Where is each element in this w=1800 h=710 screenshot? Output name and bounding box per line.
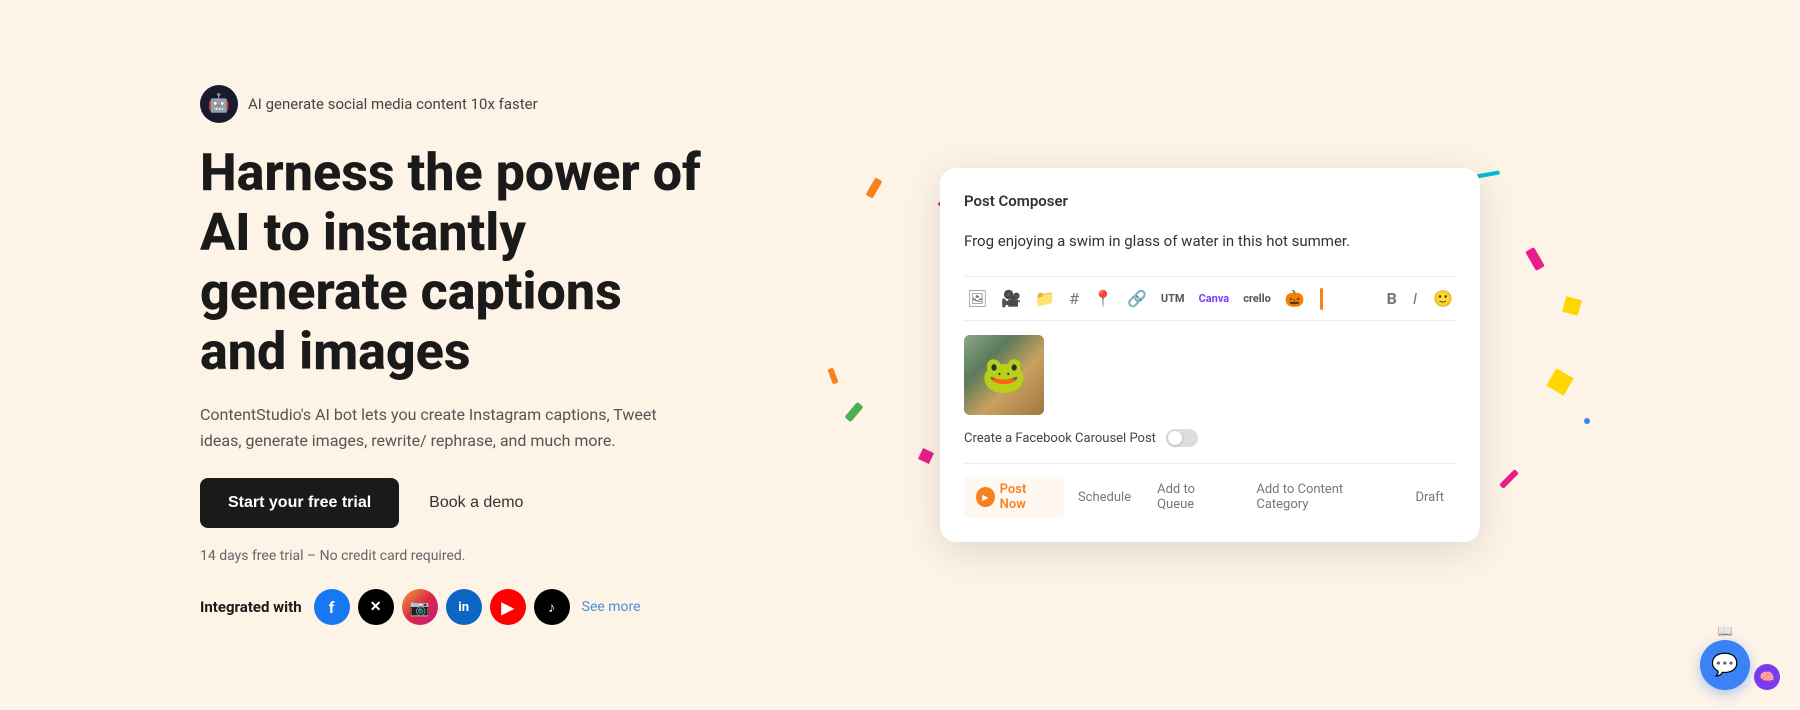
video-icon[interactable]: 🎥	[998, 287, 1024, 310]
facebook-icon[interactable]: f	[314, 589, 350, 625]
tab-schedule[interactable]: Schedule	[1066, 476, 1143, 518]
composer-card: Post Composer Frog enjoying a swim in gl…	[940, 168, 1480, 543]
tab-schedule-label: Schedule	[1078, 490, 1131, 505]
carousel-toggle[interactable]	[1166, 429, 1198, 447]
italic-icon[interactable]: I	[1410, 287, 1420, 310]
toolbar-right: B I 🙂	[1384, 287, 1456, 310]
left-content: 🤖 AI generate social media content 10x f…	[200, 85, 720, 625]
youtube-icon[interactable]: ▶	[490, 589, 526, 625]
composer-body-text[interactable]: Frog enjoying a swim in glass of water i…	[964, 226, 1456, 257]
tab-add-to-queue[interactable]: Add to Queue	[1145, 476, 1242, 518]
confetti-10	[827, 367, 838, 384]
confetti-6	[1562, 296, 1582, 316]
canva-icon[interactable]: Canva	[1196, 290, 1233, 307]
confetti-7	[845, 402, 864, 422]
composer-toolbar: 🖼 🎥 📁 # 📍 🔗 UTM Canva crello 🎃 B I 🙂	[964, 276, 1456, 321]
badge-icon: 🤖	[200, 85, 238, 123]
tab-draft[interactable]: Draft	[1403, 476, 1456, 518]
emoji-icon[interactable]: 🙂	[1430, 287, 1456, 310]
book-demo-button[interactable]: Book a demo	[429, 494, 523, 512]
carousel-label: Create a Facebook Carousel Post	[964, 431, 1156, 446]
folder-icon[interactable]: 📁	[1032, 287, 1058, 310]
emoji-picker-icon[interactable]: 🎃	[1282, 287, 1308, 310]
see-more-link[interactable]: See more	[582, 599, 641, 615]
trial-note: 14 days free trial – No credit card requ…	[200, 548, 720, 564]
tab-post-now-label: Post Now	[1000, 482, 1052, 512]
utm-label[interactable]: UTM	[1158, 290, 1188, 307]
chat-ai-badge[interactable]: 🧠	[1754, 664, 1780, 690]
confetti-11	[1584, 418, 1590, 424]
tab-content-category[interactable]: Add to Content Category	[1244, 476, 1401, 518]
frog-image	[964, 335, 1044, 415]
book-icon: 📖	[1718, 624, 1733, 638]
start-trial-button[interactable]: Start your free trial	[200, 478, 399, 528]
link-icon[interactable]: 🔗	[1124, 287, 1150, 310]
twitter-x-icon[interactable]: ✕	[358, 589, 394, 625]
confetti-5	[1525, 247, 1545, 271]
carousel-toggle-row: Create a Facebook Carousel Post	[964, 429, 1456, 447]
tab-category-label: Add to Content Category	[1256, 482, 1389, 512]
composer-card-title: Post Composer	[964, 192, 1456, 210]
page-wrapper: 🤖 AI generate social media content 10x f…	[0, 0, 1800, 710]
image-preview	[964, 335, 1044, 415]
confetti-9	[1499, 469, 1519, 489]
tiktok-icon[interactable]: ♪	[534, 589, 570, 625]
right-content: Post Composer Frog enjoying a swim in gl…	[820, 168, 1600, 543]
badge-text: AI generate social media content 10x fas…	[248, 95, 538, 113]
hashtag-icon[interactable]: #	[1066, 287, 1082, 310]
tab-draft-label: Draft	[1415, 490, 1444, 505]
bold-icon[interactable]: B	[1384, 287, 1400, 310]
integrated-row: Integrated with f ✕ 📷 in ▶ ♪ See more	[200, 589, 720, 625]
social-icons: f ✕ 📷 in ▶ ♪	[314, 589, 570, 625]
hero-title: Harness the power of AI to instantly gen…	[200, 143, 720, 382]
confetti-1	[866, 177, 883, 198]
integrated-label: Integrated with	[200, 598, 302, 616]
tab-post-now[interactable]: ▶ Post Now	[964, 476, 1064, 518]
cursor-bar	[1320, 288, 1323, 310]
location-icon[interactable]: 📍	[1090, 287, 1116, 310]
tab-queue-label: Add to Queue	[1157, 482, 1230, 512]
image-icon[interactable]: 🖼	[964, 287, 990, 310]
instagram-icon[interactable]: 📷	[402, 589, 438, 625]
chat-bubble-button[interactable]: 💬	[1700, 640, 1750, 690]
cta-row: Start your free trial Book a demo	[200, 478, 720, 528]
hero-description: ContentStudio's AI bot lets you create I…	[200, 402, 660, 453]
confetti-12	[1546, 369, 1573, 396]
robot-icon: 🤖	[208, 93, 230, 114]
confetti-8	[918, 448, 934, 464]
action-tabs: ▶ Post Now Schedule Add to Queue Add to …	[964, 463, 1456, 518]
crello-icon[interactable]: crello	[1240, 290, 1274, 307]
chat-widget: 📖 💬 🧠	[1700, 624, 1780, 690]
badge: 🤖 AI generate social media content 10x f…	[200, 85, 720, 123]
play-icon: ▶	[976, 487, 995, 507]
linkedin-icon[interactable]: in	[446, 589, 482, 625]
